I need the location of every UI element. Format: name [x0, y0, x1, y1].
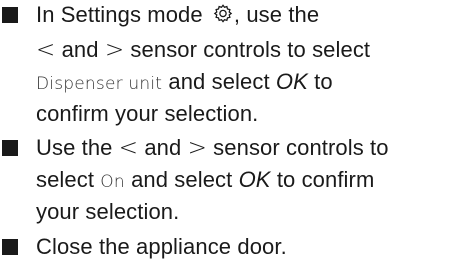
ok-label: OK	[275, 69, 308, 94]
step-text: to	[314, 69, 333, 94]
less-than-symbol: <	[118, 135, 139, 161]
gear-icon	[213, 4, 233, 23]
step-text: your selection.	[36, 199, 180, 224]
greater-than-symbol: >	[104, 37, 125, 63]
square-bullet-icon	[2, 239, 18, 255]
greater-than-symbol: >	[187, 135, 207, 161]
square-bullet-icon	[2, 140, 18, 156]
less-than-symbol: <	[36, 37, 56, 63]
step-text: and select	[131, 167, 233, 192]
step-text: select	[36, 167, 95, 192]
square-bullet-icon	[2, 7, 18, 23]
step-text: and select	[168, 69, 270, 94]
step-text: sensor controls to	[213, 135, 389, 160]
step-text: and	[61, 37, 99, 62]
step-text: In Settings mode	[36, 2, 203, 27]
step-text: confirm your selection.	[36, 101, 259, 126]
step-text: sensor controls to select	[130, 37, 371, 62]
step-text: and	[144, 135, 182, 160]
step-text: Close the appliance door.	[36, 234, 287, 259]
display-text-dispenser-unit: Dispenser unit	[36, 74, 163, 94]
step-text: Use the	[36, 135, 113, 160]
step-text: to confirm	[276, 167, 375, 192]
display-text-on: On	[100, 172, 125, 192]
step-text: , use the	[233, 2, 320, 27]
ok-label: OK	[238, 167, 271, 192]
